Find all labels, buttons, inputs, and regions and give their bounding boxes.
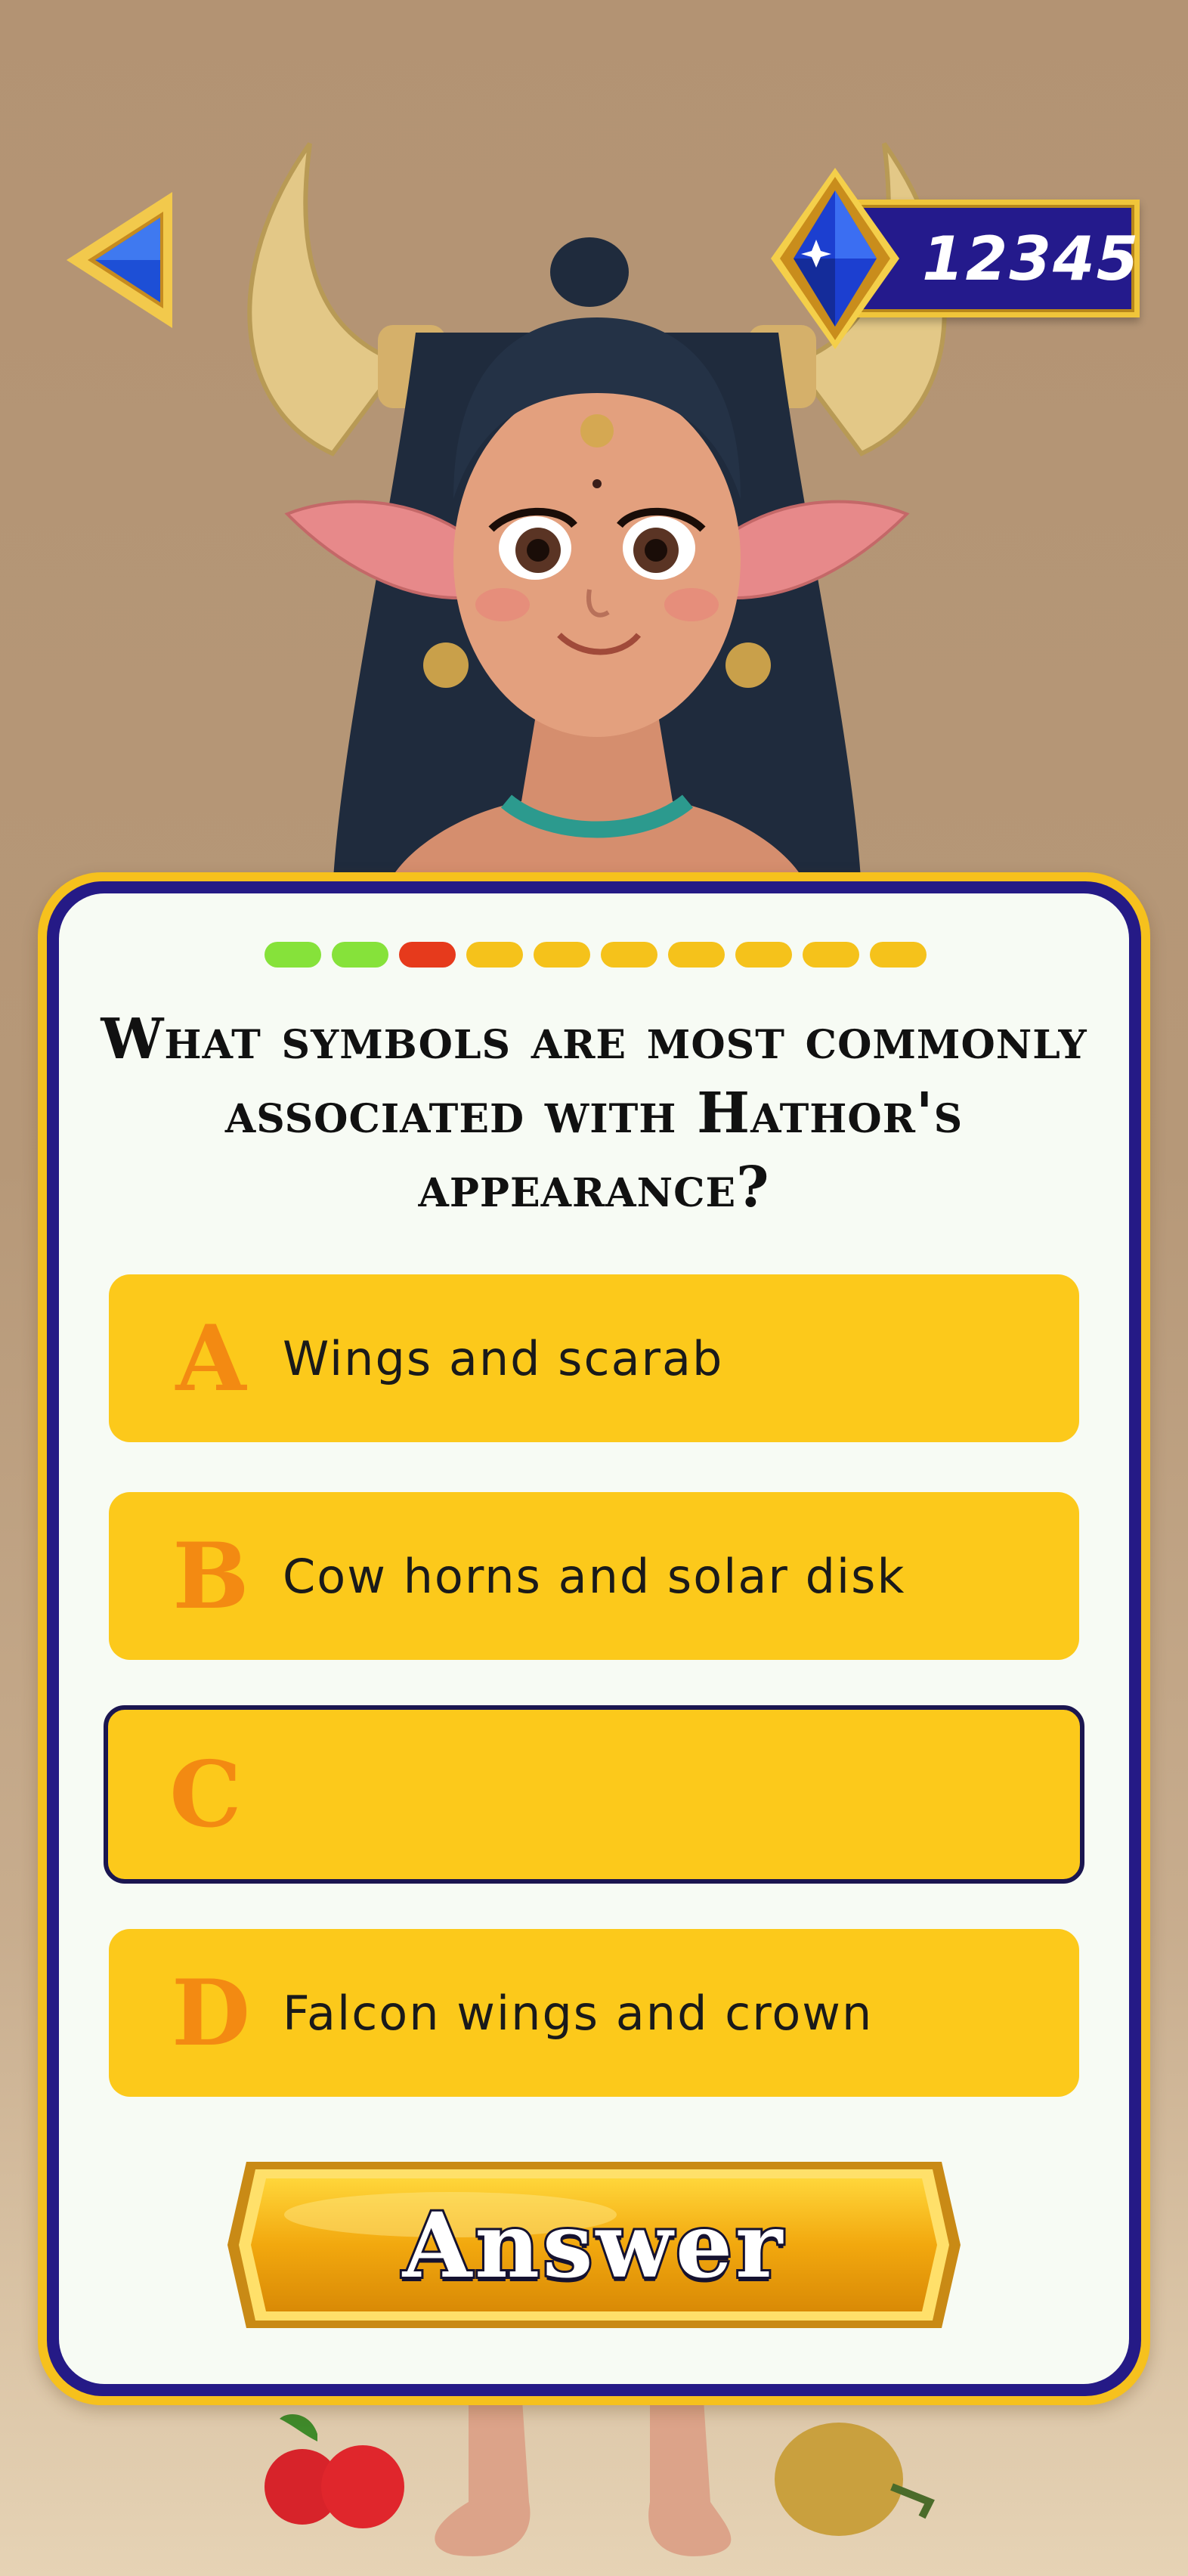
option-label: Falcon wings and crown [283, 1985, 874, 2041]
progress-segment-6 [601, 942, 657, 968]
progress-segment-8 [735, 942, 792, 968]
answer-button-label: Answer [401, 2191, 786, 2300]
answer-button[interactable]: Answer [224, 2154, 964, 2336]
progress-segment-4 [466, 942, 523, 968]
progress-segment-7 [668, 942, 725, 968]
back-button[interactable] [67, 184, 180, 336]
question-text: What symbols are most commonly associate… [101, 1007, 1087, 1220]
gem-counter: 12345 [771, 168, 1149, 349]
back-arrow-icon [67, 192, 172, 328]
option-letter: B [172, 1522, 249, 1630]
option-letter: C [169, 1741, 242, 1848]
melon-illustration [775, 2423, 935, 2536]
progress-segment-1 [265, 942, 321, 968]
progress-segment-3 [399, 942, 456, 968]
option-c[interactable]: C [104, 1705, 1084, 1884]
gem-count: 12345 [922, 224, 1140, 294]
option-a[interactable]: A Wings and scarab [109, 1274, 1079, 1442]
option-letter: A [175, 1305, 246, 1412]
option-letter: D [171, 1959, 251, 2067]
question-progress-bar [265, 942, 927, 968]
progress-segment-5 [534, 942, 590, 968]
progress-segment-10 [870, 942, 927, 968]
option-label: Cow horns and solar disk [283, 1548, 906, 1604]
progress-segment-2 [332, 942, 388, 968]
option-b[interactable]: B Cow horns and solar disk [109, 1492, 1079, 1660]
progress-segment-9 [803, 942, 859, 968]
game-scene: 12345 What symbols are most commonly ass… [0, 0, 1188, 2576]
blue-diamond-icon [771, 168, 899, 349]
option-d[interactable]: D Falcon wings and crown [109, 1929, 1079, 2097]
character-feet-illustration [435, 2389, 732, 2556]
option-label: Wings and scarab [283, 1330, 724, 1386]
apples-illustration [265, 2414, 404, 2528]
